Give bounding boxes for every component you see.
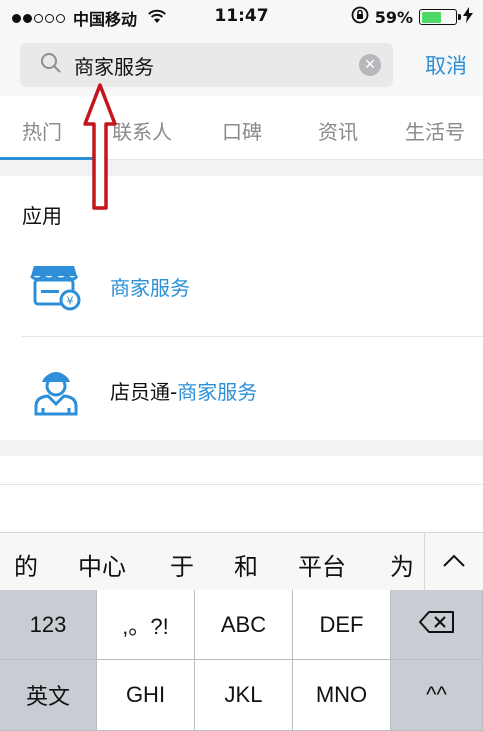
battery-icon	[419, 9, 461, 25]
expand-candidates-button[interactable]	[424, 533, 483, 591]
search-header: 商家服务 ✕ 取消	[0, 34, 483, 96]
cancel-button[interactable]: 取消	[425, 50, 467, 80]
divider-line	[0, 484, 483, 485]
section-gap	[0, 160, 483, 176]
search-icon	[40, 52, 62, 78]
key-english[interactable]: 英文	[0, 660, 97, 731]
battery-percent: 59%	[374, 7, 413, 27]
tab-hot[interactable]: 热门	[22, 116, 62, 145]
row-divider	[22, 336, 483, 337]
svg-text:¥: ¥	[67, 295, 74, 308]
status-right: 59%	[351, 6, 473, 28]
key-abc[interactable]: ABC	[195, 590, 293, 660]
key-123[interactable]: 123	[0, 590, 97, 660]
key-mno[interactable]: MNO	[293, 660, 391, 731]
search-query: 商家服务	[74, 54, 154, 79]
key-jkl[interactable]: JKL	[195, 660, 293, 731]
candidate-word[interactable]: 的	[14, 547, 38, 582]
result-clerk-merchant-service[interactable]: 店员通-商家服务	[0, 340, 483, 440]
result-merchant-service[interactable]: ¥ 商家服务	[0, 236, 483, 336]
battery-fill	[421, 11, 441, 23]
charging-icon	[463, 7, 473, 27]
tab-koubei[interactable]: 口碑	[222, 116, 262, 145]
chevron-up-icon	[442, 553, 466, 572]
status-bar: 中国移动 11:47 59%	[0, 0, 483, 34]
section-title-apps: 应用	[22, 204, 62, 228]
candidate-word[interactable]: 为	[390, 547, 414, 582]
candidate-word[interactable]: 中心	[78, 547, 126, 582]
key-punctuation[interactable]: ,。?!	[97, 590, 195, 660]
candidate-word[interactable]: 于	[170, 547, 194, 582]
backspace-icon	[418, 610, 456, 640]
tab-news[interactable]: 资讯	[318, 116, 358, 145]
storefront-icon: ¥	[29, 260, 82, 312]
clear-search-icon[interactable]: ✕	[359, 54, 381, 76]
tab-life-account[interactable]: 生活号	[405, 116, 465, 145]
result-label-prefix: 店员通-	[110, 380, 178, 404]
keyboard: 123 ,。?! ABC DEF 英文 GHI JKL MNO ^^	[0, 590, 483, 731]
result-label: 商家服务	[110, 276, 190, 300]
result-label-highlight: 商家服务	[177, 380, 258, 404]
key-ghi[interactable]: GHI	[97, 660, 195, 731]
candidate-word[interactable]: 和	[234, 547, 258, 582]
section-gap-2	[0, 440, 483, 456]
tab-contacts[interactable]: 联系人	[112, 116, 172, 145]
keyboard-candidate-bar: 的 中心 于 和 平台 为	[0, 532, 483, 591]
annotation-arrow	[83, 83, 117, 210]
result-label: 店员通-商家服务	[110, 376, 257, 405]
backspace-key[interactable]	[391, 590, 483, 660]
search-input[interactable]: 商家服务 ✕	[20, 43, 393, 87]
orientation-lock-icon	[351, 6, 369, 28]
candidate-word[interactable]: 平台	[298, 547, 346, 582]
clerk-icon	[30, 364, 82, 416]
key-emoticon[interactable]: ^^	[391, 660, 483, 731]
search-tabs: 热门 联系人 口碑 资讯 生活号	[0, 96, 483, 160]
key-def[interactable]: DEF	[293, 590, 391, 660]
